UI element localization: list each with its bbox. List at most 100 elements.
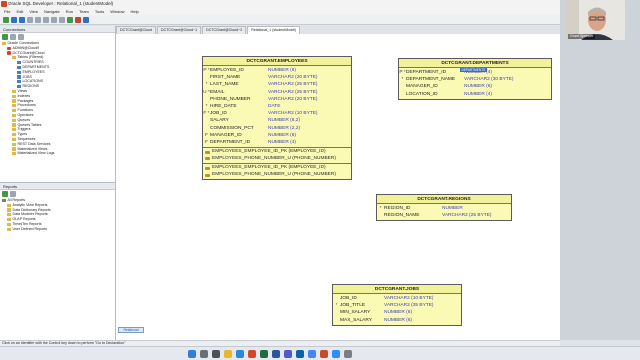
column-row[interactable]: COMMISSION_PCT NUMBER (2,2) <box>203 125 351 132</box>
column-key-marker: * <box>335 303 338 309</box>
menu-team[interactable]: Team <box>79 8 89 15</box>
undo-icon[interactable] <box>35 16 41 23</box>
teams-icon[interactable] <box>284 350 292 358</box>
refresh-icon[interactable] <box>10 34 16 40</box>
menu-window[interactable]: Window <box>110 8 124 15</box>
column-row[interactable]: * HIRE_DATE DATE <box>203 103 351 110</box>
save-icon[interactable] <box>19 16 25 23</box>
add-connection-icon[interactable] <box>2 34 8 40</box>
tab-dctcgrant-cloud-1[interactable]: DCTCGrant@Cloud~1 <box>157 26 202 34</box>
column-row[interactable]: PHONE_NUMBER VARCHAR2 (20 BYTE) <box>203 96 351 103</box>
key-row[interactable]: EMPLOYEES_PHONE_NUMBER_U (PHONE_NUMBER) <box>203 156 351 163</box>
task-view-icon[interactable] <box>212 350 220 358</box>
excel-icon[interactable] <box>260 350 268 358</box>
refresh-reports-icon[interactable] <box>10 191 16 197</box>
column-row[interactable]: REGION_NAME VARCHAR2 (25 BYTE) <box>377 212 511 219</box>
column-type: VARCHAR2 (25 BYTE) <box>442 213 492 219</box>
folder-icon <box>12 142 16 146</box>
column-row[interactable]: F DEPARTMENT_ID NUMBER (4) <box>203 139 351 146</box>
window-titlebar: Oracle SQL Developer : Relational_1 (stu… <box>0 0 560 8</box>
menu-edit[interactable]: Edit <box>16 8 23 15</box>
column-name: SALARY <box>210 118 229 124</box>
menu-help[interactable]: Help <box>130 8 138 15</box>
main-toolbar <box>0 15 560 25</box>
entity-departments[interactable]: DCTCGRANT.DEPARTMENTS P * DEPARTMENT_ID NU… <box>398 58 552 100</box>
new-icon[interactable] <box>3 16 9 23</box>
settings-icon[interactable] <box>344 350 352 358</box>
folder-icon <box>12 113 16 117</box>
tab-dctcgrant-cloud[interactable]: DCTCGrant@Cloud <box>116 26 157 34</box>
redo-icon[interactable] <box>43 16 49 23</box>
entity-title: DCTCGRANT.EMPLOYEES <box>203 57 351 66</box>
column-type: NUMBER (4) <box>464 91 492 97</box>
start-menu-icon[interactable] <box>188 350 196 358</box>
column-row[interactable]: MANAGER_ID NUMBER (6) <box>399 83 551 90</box>
outlook-icon[interactable] <box>296 350 304 358</box>
entity-jobs[interactable]: DCTCGRANT.JOBS JOB_ID VARCHAR2 (10 BYTE) *… <box>332 284 462 326</box>
index-row[interactable]: EMPLOYEES_EMPLOYEE_ID_PK (EMPLOYEE_ID) <box>203 165 351 172</box>
zoom-icon[interactable] <box>332 350 340 358</box>
column-key-marker <box>399 91 406 98</box>
column-key-marker: * <box>379 206 382 211</box>
index-row[interactable]: EMPLOYEES_PHONE_NUMBER_U (PHONE_NUMBER) <box>203 172 351 179</box>
stop-icon[interactable] <box>75 16 81 23</box>
folder-icon <box>12 104 16 108</box>
sql-developer-taskbar-icon[interactable] <box>320 350 328 358</box>
menu-navigate[interactable]: Navigate <box>44 8 60 15</box>
column-name: MANAGER_ID <box>406 84 438 90</box>
column-row[interactable]: F MANAGER_ID NUMBER (6) <box>203 132 351 139</box>
column-row[interactable]: * LAST_NAME VARCHAR2 (25 BYTE) <box>203 81 351 88</box>
entity-regions[interactable]: DCTCGRANT.REGIONS * REGION_ID NUMBER REGION… <box>376 194 512 222</box>
run-icon[interactable] <box>67 16 73 23</box>
column-row[interactable]: * REGION_ID NUMBER <box>377 205 511 212</box>
connections-toolbar <box>0 33 115 41</box>
open-icon[interactable] <box>11 16 17 23</box>
column-row[interactable]: P * EMPLOYEE_ID NUMBER (6) <box>203 67 351 74</box>
column-key-marker: * <box>205 82 208 88</box>
search-icon[interactable] <box>200 350 208 358</box>
column-row[interactable]: * DEPARTMENT_NAME VARCHAR2 (30 BYTE) <box>399 76 551 83</box>
column-row[interactable]: FIRST_NAME VARCHAR2 (20 BYTE) <box>203 74 351 81</box>
tree-item[interactable]: User Defined Reports <box>0 227 115 232</box>
edge-browser-icon[interactable] <box>236 350 244 358</box>
column-type: DATE <box>268 103 281 109</box>
tree-item[interactable]: Materialized View Logs <box>0 151 115 156</box>
chrome-icon[interactable] <box>308 350 316 358</box>
key-row[interactable]: EMPLOYEES_EMPLOYEE_ID_PK (EMPLOYEE_ID) <box>203 149 351 156</box>
rep-icon <box>2 198 6 202</box>
menu-file[interactable]: File <box>4 8 10 15</box>
filter-icon[interactable] <box>18 34 24 40</box>
menu-run[interactable]: Run <box>66 8 73 15</box>
column-row[interactable]: F * JOB_ID VARCHAR2 (10 BYTE) <box>203 110 351 117</box>
tab-dctcgrant-cloud-2[interactable]: DCTCGrant@Cloud~2 <box>202 26 247 34</box>
save-all-icon[interactable] <box>27 16 33 23</box>
column-type: VARCHAR2 (20 BYTE) <box>268 75 318 81</box>
menu-view[interactable]: View <box>29 8 38 15</box>
relational-diagram-canvas[interactable]: DCTCGRANT.EMPLOYEES P * EMPLOYEE_ID NUMBER… <box>116 34 560 340</box>
column-name: LAST_NAME <box>210 82 239 88</box>
powerpoint-icon[interactable] <box>248 350 256 358</box>
column-row[interactable]: MIN_SALARY NUMBER (6) <box>333 309 461 316</box>
column-row[interactable]: * JOB_TITLE VARCHAR2 (35 BYTE) <box>333 302 461 309</box>
column-row[interactable]: LOCATION_ID NUMBER (4) <box>399 91 551 98</box>
column-name: DEPARTMENT_ID <box>210 139 251 145</box>
folder-icon <box>12 94 16 98</box>
relational-view-tab[interactable]: Relational <box>118 327 144 333</box>
word-icon[interactable] <box>272 350 280 358</box>
menu-tools[interactable]: Tools <box>95 8 104 15</box>
column-name: FIRST_NAME <box>210 75 241 81</box>
file-explorer-icon[interactable] <box>224 350 232 358</box>
column-row[interactable]: SALARY NUMBER (8,2) <box>203 117 351 124</box>
forward-icon[interactable] <box>59 16 65 23</box>
column-key-marker: U * <box>203 89 210 95</box>
column-type: NUMBER (6) <box>384 310 412 316</box>
tree-item-label: User Defined Reports <box>12 226 48 231</box>
add-report-icon[interactable] <box>2 191 8 197</box>
column-row[interactable]: U * EMAIL VARCHAR2 (25 BYTE) <box>203 89 351 96</box>
column-row[interactable]: MAX_SALARY NUMBER (6) <box>333 317 461 324</box>
sql-worksheet-icon[interactable] <box>83 16 89 23</box>
column-row[interactable]: JOB_ID VARCHAR2 (10 BYTE) <box>333 295 461 302</box>
entity-employees[interactable]: DCTCGRANT.EMPLOYEES P * EMPLOYEE_ID NUMBER… <box>202 56 352 181</box>
tab-relational-model[interactable]: Relational_1 (studentModel) <box>247 26 301 34</box>
back-icon[interactable] <box>51 16 57 23</box>
